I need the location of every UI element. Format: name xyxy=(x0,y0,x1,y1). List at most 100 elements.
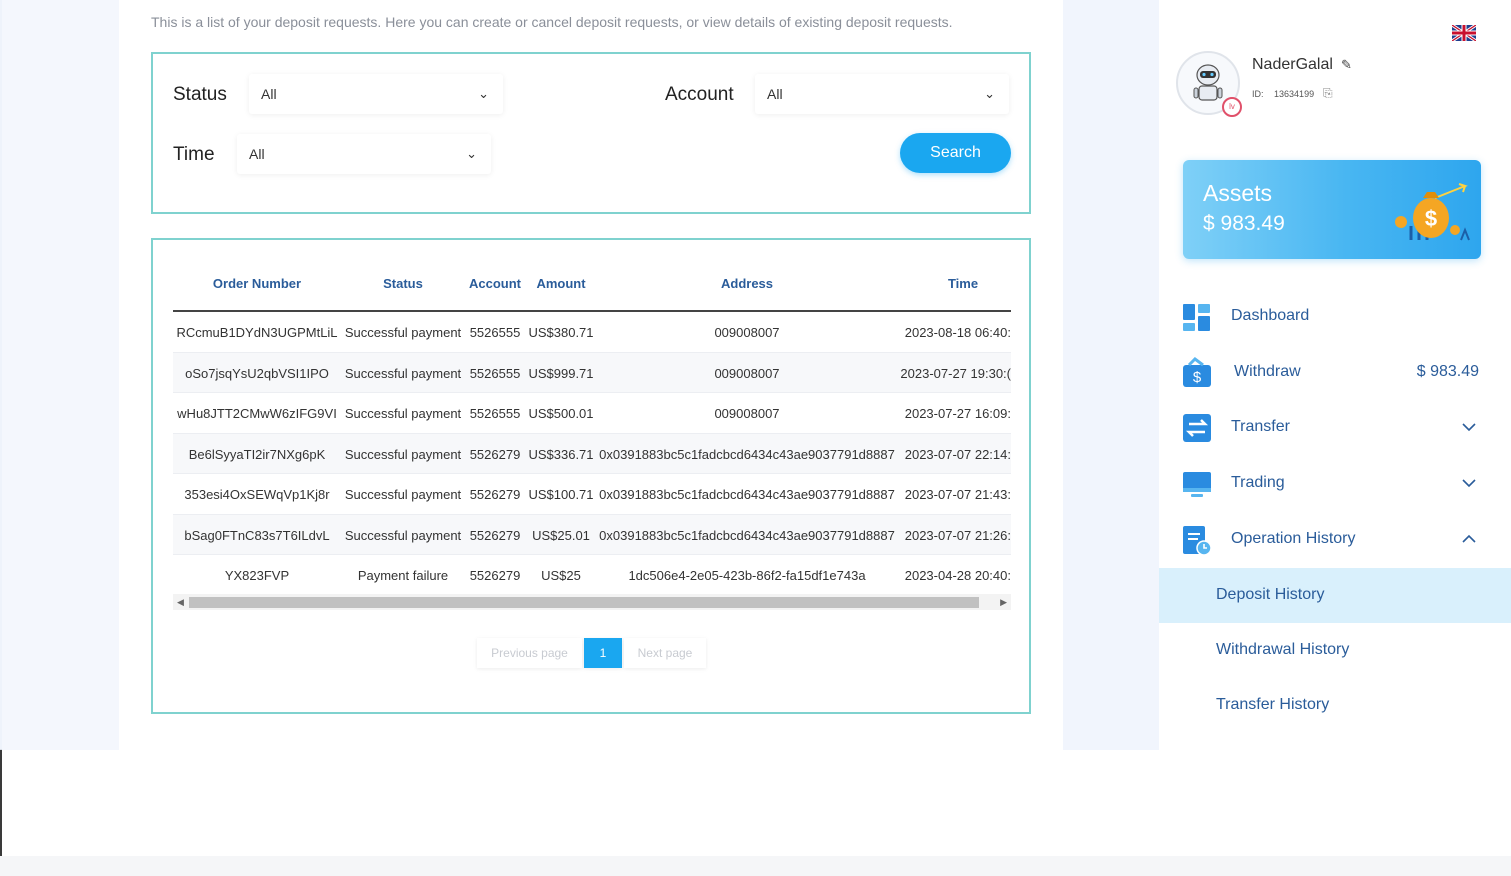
menu-item-transfer[interactable]: Transfer xyxy=(1159,403,1511,453)
cell-status: Successful payment xyxy=(344,365,462,381)
table-header: Order Number Status Account Amount Addre… xyxy=(173,266,1011,312)
menu-item-operation-history[interactable]: Operation History xyxy=(1159,515,1511,565)
column-header-amount: Amount xyxy=(536,276,586,291)
cell-time: 2023-07-07 22:14: xyxy=(904,446,1011,462)
assets-card[interactable]: Assets $ 983.49 $ xyxy=(1183,160,1481,259)
table-row[interactable]: bSag0FTnC83s7T6ILdvL Successful payment 55… xyxy=(173,514,1011,555)
sidebar: lv NaderGalal ✎ ID: 13634199 ⎘ Assets $ … xyxy=(1159,0,1511,750)
column-header-status: Status xyxy=(383,276,423,291)
page-1-button[interactable]: 1 xyxy=(584,638,622,668)
next-page-button[interactable]: Next page xyxy=(624,638,706,668)
horizontal-scrollbar[interactable]: ◀ ▶ xyxy=(173,594,1011,610)
filter-panel: Status All ⌄ Account All ⌄ Time All ⌄ Se… xyxy=(151,52,1031,214)
scrollbar-thumb[interactable] xyxy=(189,597,979,608)
left-gutter xyxy=(2,0,119,750)
cell-order-number: bSag0FTnC83s7T6ILdvL xyxy=(184,527,330,543)
table-row[interactable]: 353esi4OxSEWqVp1Kj8r Successful payment 55… xyxy=(173,474,1011,515)
table-row[interactable]: wHu8JTT2CMwW6zIFG9VI Successful payment 55… xyxy=(173,393,1011,434)
pencil-icon[interactable]: ✎ xyxy=(1341,57,1352,73)
withdraw-balance: $ 983.49 xyxy=(1416,363,1479,380)
status-label: Status xyxy=(173,84,227,105)
user-id: ID: 13634199 xyxy=(1252,89,1314,99)
cell-amount: US$25 xyxy=(541,568,581,583)
cell-account: 5526555 xyxy=(469,406,521,421)
cell-account: 5526555 xyxy=(469,365,521,381)
cell-account: 5526279 xyxy=(469,487,521,502)
cell-status: Successful payment xyxy=(344,406,462,421)
search-button[interactable]: Search xyxy=(900,133,1011,173)
chevron-down-icon: ⌄ xyxy=(984,86,995,101)
table-row[interactable]: YX823FVP Payment failure 5526279 US$25 1dc50… xyxy=(173,555,1011,596)
menu-item-withdraw[interactable]: $ Withdraw $ 983.49 xyxy=(1159,348,1511,398)
cell-amount: US$500.01 xyxy=(528,406,594,421)
cell-order-number: Be6lSyyaTI2ir7NXg6pK xyxy=(188,446,326,462)
cell-amount: US$25.01 xyxy=(532,527,590,543)
cell-status: Successful payment xyxy=(344,527,462,543)
cell-order-number: wHu8JTT2CMwW6zIFG9VI xyxy=(177,406,337,421)
chevron-up-icon[interactable] xyxy=(1461,531,1477,547)
history-icon xyxy=(1183,526,1212,556)
time-label: Time xyxy=(173,144,215,165)
time-select-value: All xyxy=(249,146,265,162)
assets-value: $ 983.49 xyxy=(1203,212,1285,235)
cell-address: 0x0391883bc5c1fadcbcd6434c43ae9037791d88… xyxy=(599,487,895,502)
cell-order-number: RCcmuB1DYdN3UGPMtLiL xyxy=(176,325,338,340)
cell-address: 009008007 xyxy=(714,365,780,381)
copy-icon[interactable]: ⎘ xyxy=(1323,86,1333,101)
app-window: This is a list of your deposit requests.… xyxy=(0,0,1511,750)
deposit-table: Order Number Status Account Amount Addre… xyxy=(173,266,1011,596)
cell-address: 0x0391883bc5c1fadcbcd6434c43ae9037791d88… xyxy=(599,527,895,543)
cell-time: 2023-08-18 06:40: xyxy=(904,325,1011,340)
account-select[interactable]: All ⌄ xyxy=(755,74,1009,114)
main-content: This is a list of your deposit requests.… xyxy=(119,0,1063,750)
cell-order-number: 353esi4OxSEWqVp1Kj8r xyxy=(184,487,330,502)
submenu-withdrawal-history[interactable]: Withdrawal History xyxy=(1159,623,1511,678)
submenu-label-withdrawal-history: Withdrawal History xyxy=(1216,641,1350,658)
cell-account: 5526279 xyxy=(469,446,521,462)
cell-time: 2023-04-28 20:40: xyxy=(904,568,1011,583)
transfer-icon xyxy=(1183,414,1211,442)
svg-text:$: $ xyxy=(1425,206,1437,231)
user-id-value: 13634199 xyxy=(1274,89,1315,99)
status-select[interactable]: All ⌄ xyxy=(249,74,503,114)
monitor-icon xyxy=(1183,472,1211,497)
cell-account: 5526279 xyxy=(469,568,521,583)
cell-amount: US$999.71 xyxy=(528,365,594,381)
table-row[interactable]: RCcmuB1DYdN3UGPMtLiL Successful payment 55… xyxy=(173,312,1011,353)
avatar[interactable]: lv xyxy=(1176,51,1242,117)
account-select-value: All xyxy=(767,86,783,102)
table-row[interactable]: Be6lSyyaTI2ir7NXg6pK Successful payment 55… xyxy=(173,433,1011,474)
time-select[interactable]: All ⌄ xyxy=(237,134,491,174)
wallet-icon: $ xyxy=(1183,357,1211,387)
scroll-left-icon[interactable]: ◀ xyxy=(177,594,184,610)
cell-address: 0x0391883bc5c1fadcbcd6434c43ae9037791d88… xyxy=(599,446,895,462)
cell-status: Successful payment xyxy=(344,446,462,462)
cell-address: 009008007 xyxy=(714,406,780,421)
menu-label-trading: Trading xyxy=(1231,474,1285,491)
cell-order-number: oSo7jsqYsU2qbVSI1IPO xyxy=(185,365,329,381)
cell-address: 1dc506e4-2e05-423b-86f2-fa15df1e743a xyxy=(628,568,866,583)
submenu-label-deposit-history: Deposit History xyxy=(1216,586,1325,603)
dashboard-icon xyxy=(1183,304,1210,331)
money-bag-icon: $ xyxy=(1395,183,1470,241)
previous-page-button[interactable]: Previous page xyxy=(477,638,582,668)
scroll-right-icon[interactable]: ▶ xyxy=(1000,594,1007,610)
chevron-down-icon[interactable] xyxy=(1461,475,1477,491)
table-row[interactable]: oSo7jsqYsU2qbVSI1IPO Successful payment 55… xyxy=(173,352,1011,393)
cell-account: 5526279 xyxy=(469,527,521,543)
menu-item-dashboard[interactable]: Dashboard xyxy=(1159,292,1511,342)
menu-label-transfer: Transfer xyxy=(1231,418,1290,435)
uk-flag-icon[interactable] xyxy=(1452,25,1476,41)
submenu-transfer-history[interactable]: Transfer History xyxy=(1159,678,1511,733)
cell-account: 5526555 xyxy=(469,325,521,340)
chevron-down-icon[interactable] xyxy=(1461,419,1477,435)
cell-time: 2023-07-07 21:43: xyxy=(904,487,1011,502)
column-header-account: Account xyxy=(469,276,521,291)
cell-order-number: YX823FVP xyxy=(224,568,290,583)
menu-item-trading[interactable]: Trading xyxy=(1159,459,1511,509)
submenu-deposit-history[interactable]: Deposit History xyxy=(1159,568,1511,623)
cell-amount: US$380.71 xyxy=(528,325,594,340)
column-header-address: Address xyxy=(720,276,774,291)
level-badge: lv xyxy=(1222,97,1242,117)
menu-label-withdraw: Withdraw xyxy=(1234,363,1301,380)
